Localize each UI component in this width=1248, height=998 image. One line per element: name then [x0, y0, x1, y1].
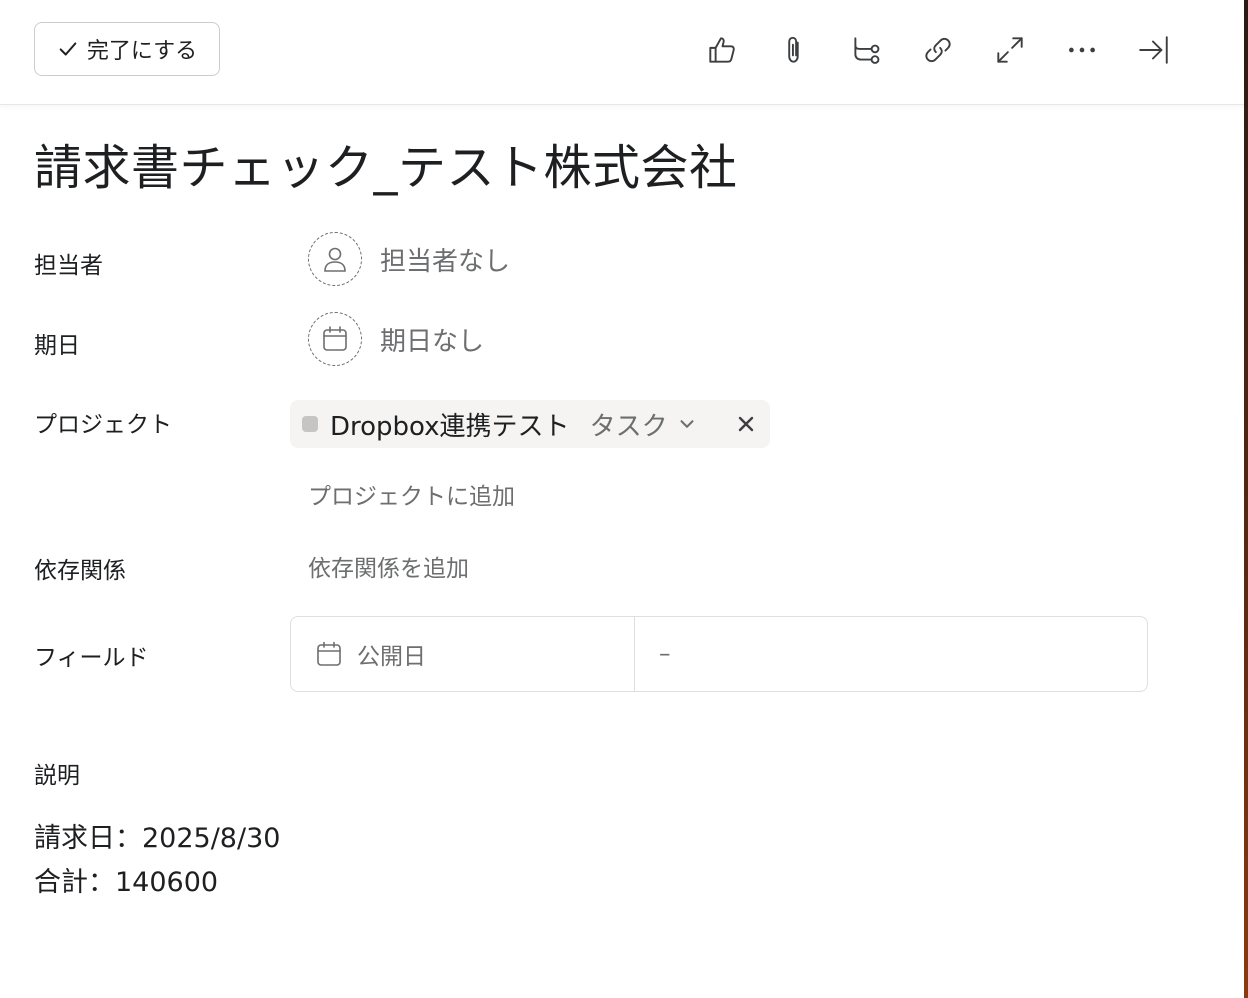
more-icon [1069, 47, 1095, 53]
close-icon [738, 416, 754, 432]
section-dropdown-button[interactable] [676, 413, 698, 435]
expand-icon [997, 37, 1023, 63]
like-button[interactable] [700, 28, 744, 72]
calendar-icon [323, 326, 347, 351]
project-name[interactable]: Dropbox連携テスト [330, 406, 570, 443]
description-label: 説明 [34, 763, 80, 789]
project-section-select[interactable]: タスク [590, 406, 668, 443]
custom-field-name: 公開日 [357, 644, 426, 670]
assignee-avatar-button[interactable] [308, 232, 362, 286]
dependencies-label: 依存関係 [34, 558, 126, 584]
chevron-down-icon [680, 420, 694, 428]
description-line[interactable]: 請求日：2025/8/30 [34, 816, 280, 855]
add-subtask-button[interactable] [844, 28, 888, 72]
like-icon [709, 37, 735, 63]
subtask-icon [854, 37, 880, 64]
projects-label: プロジェクト [34, 412, 172, 438]
calendar-icon [317, 641, 341, 666]
assignee-value[interactable]: 担当者なし [380, 241, 510, 278]
fullscreen-button[interactable] [988, 28, 1032, 72]
custom-fields-label: フィールド [34, 645, 149, 671]
link-icon [925, 37, 951, 63]
background-window-edge [1244, 0, 1248, 998]
add-to-project-link[interactable]: プロジェクトに追加 [308, 477, 515, 511]
custom-field-value-cell[interactable]: – [635, 617, 1147, 691]
mark-complete-button[interactable]: 完了にする [34, 22, 220, 76]
assignee-label: 担当者 [34, 253, 103, 279]
task-toolbar: 完了にする [0, 0, 1244, 105]
attach-button[interactable] [772, 28, 816, 72]
project-chip[interactable]: Dropbox連携テスト タスク [290, 400, 770, 448]
person-icon [324, 247, 346, 272]
description-line[interactable]: 合計：140600 [34, 860, 218, 899]
close-pane-icon [1139, 36, 1168, 64]
add-dependency-link[interactable]: 依存関係を追加 [308, 549, 469, 583]
attachment-icon [788, 36, 799, 63]
task-detail-pane: 完了にする 請求書チェック_テスト株式会社 担当者 担当者なし 期日 期日なし … [0, 0, 1248, 998]
custom-field-value: – [659, 641, 671, 667]
close-details-button[interactable] [1132, 28, 1176, 72]
due-date-label: 期日 [34, 333, 80, 359]
checkmark-icon [59, 42, 77, 56]
mark-complete-label: 完了にする [86, 39, 198, 64]
remove-project-button[interactable] [734, 412, 758, 436]
toolbar-icon-group [700, 28, 1176, 72]
custom-fields-table: 公開日 – [290, 616, 1148, 692]
task-title[interactable]: 請求書チェック_テスト株式会社 [34, 128, 738, 198]
copy-link-button[interactable] [916, 28, 960, 72]
project-color-swatch [302, 416, 318, 432]
due-date-value[interactable]: 期日なし [380, 321, 484, 358]
custom-field-name-cell: 公開日 [291, 617, 635, 691]
due-date-button[interactable] [308, 312, 362, 366]
more-actions-button[interactable] [1060, 28, 1104, 72]
